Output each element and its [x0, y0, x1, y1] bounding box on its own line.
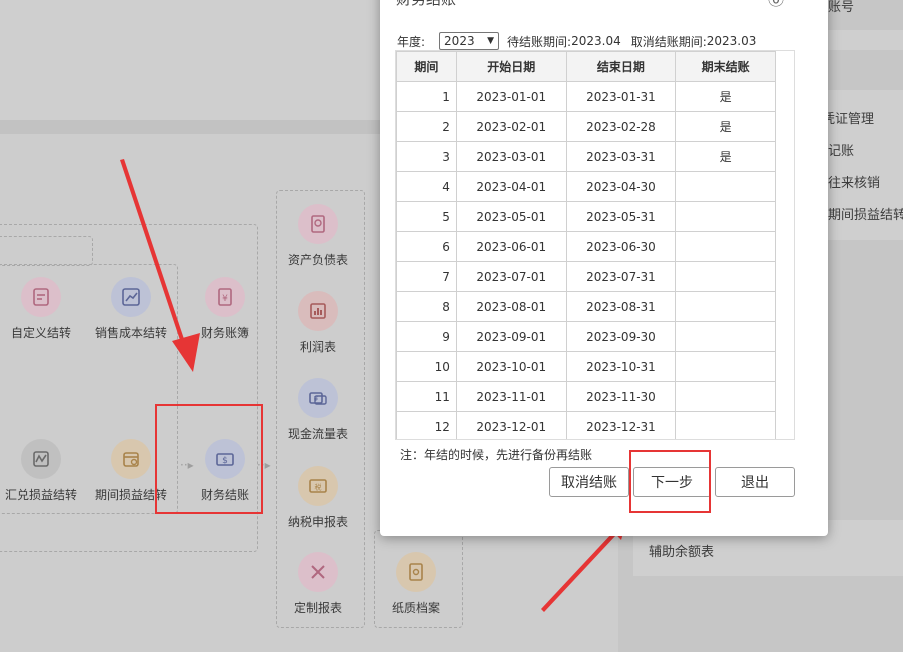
year-label: 年度: [397, 34, 426, 49]
svg-text:¥: ¥ [222, 294, 228, 304]
cancel-period-value: 2023.03 [706, 34, 757, 48]
table-row[interactable]: 2 2023-02-01 2023-02-28 是 [396, 111, 776, 142]
period-filter-bar: 年度: 2023 ▼ 待结账期间: 2023.04 取消结账期间: 2023.0… [397, 32, 756, 50]
fx-wave-icon [21, 439, 61, 479]
highlight-box-closing [155, 404, 263, 514]
close-icon[interactable]: ✕ [796, 0, 809, 5]
cash-stack-icon: ¥ [298, 378, 338, 418]
year-select[interactable]: 2023 ▼ [439, 32, 500, 50]
year-value: 2023 [444, 34, 475, 48]
column-end-date[interactable]: 结束日期 [565, 51, 677, 82]
flow-income-statement[interactable]: 利润表 [273, 291, 363, 355]
table-header-row: 期间 开始日期 结束日期 期末结账 [396, 51, 776, 82]
pending-value: 2023.04 [571, 34, 621, 48]
table-row[interactable]: 10 2023-10-01 2023-10-31 [396, 351, 776, 382]
table-row[interactable]: 4 2023-04-01 2023-04-30 [396, 171, 776, 202]
tax-icon: 税 [298, 466, 338, 506]
column-period[interactable]: 期间 [396, 51, 457, 82]
right-item-voucher-management[interactable]: 凭证管理 [822, 108, 874, 127]
cancel-period-label: 取消结账期间: [630, 34, 707, 49]
year-end-note: 注：年结的时候，先进行备份再结账 [400, 448, 593, 462]
custom-transfer-icon [21, 277, 61, 317]
highlight-box-next [629, 450, 711, 513]
flow-paper-archive[interactable]: 纸质档案 [371, 552, 461, 616]
ledger-book-icon: ¥ [205, 277, 245, 317]
svg-text:¥: ¥ [314, 395, 319, 403]
flow-custom-transfer[interactable]: 自定义结转 [0, 277, 86, 341]
balance-sheet-icon [298, 204, 338, 244]
flow-tax-report[interactable]: 税 纳税申报表 [273, 466, 363, 530]
closing-dialog: 财务结账 ⓪ ✕ 年度: 2023 ▼ 待结账期间: 2023.04 取消结账期… [380, 0, 828, 536]
exit-button[interactable]: 退出 [715, 467, 795, 497]
svg-text:税: 税 [315, 483, 322, 492]
table-row[interactable]: 12 2023-12-01 2023-12-31 [396, 411, 776, 439]
archive-box-icon [396, 552, 436, 592]
right-item-account[interactable]: 账号 [828, 0, 854, 15]
pencil-ruler-icon [298, 552, 338, 592]
pending-label: 待结账期间: [507, 34, 572, 49]
table-row[interactable]: 1 2023-01-01 2023-01-31 是 [396, 81, 776, 112]
chart-icon [111, 277, 151, 317]
flow-group-top [0, 236, 93, 266]
table-row[interactable]: 3 2023-03-01 2023-03-31 是 [396, 141, 776, 172]
right-item-reconciliation[interactable]: 往来核销 [828, 172, 880, 191]
flow-fx-gain-loss[interactable]: 汇兑损益结转 [0, 439, 86, 503]
chevron-down-icon: ▼ [487, 36, 495, 46]
table-row[interactable]: 11 2023-11-01 2023-11-30 [396, 381, 776, 412]
table-row[interactable]: 8 2023-08-01 2023-08-31 [396, 291, 776, 322]
table-row[interactable]: 7 2023-07-01 2023-07-31 [396, 261, 776, 292]
column-start-date[interactable]: 开始日期 [455, 51, 567, 82]
period-table-container[interactable]: 期间 开始日期 结束日期 期末结账 1 2023-01-01 2023-01-31 是… [395, 50, 795, 440]
calendar-clock-icon [111, 439, 151, 479]
right-item-bookkeeping[interactable]: 记账 [828, 140, 854, 159]
table-row[interactable]: 6 2023-06-01 2023-06-30 [396, 231, 776, 262]
flow-sales-cost-transfer[interactable]: 销售成本结转 [86, 277, 176, 341]
dialog-title: 财务结账 [396, 0, 456, 9]
cancel-closing-button[interactable]: 取消结账 [549, 467, 629, 497]
column-closed[interactable]: 期末结账 [675, 51, 776, 82]
help-icon[interactable]: ⓪ [768, 0, 784, 10]
table-row[interactable]: 5 2023-05-01 2023-05-31 [396, 201, 776, 232]
flow-custom-report[interactable]: 定制报表 [273, 552, 363, 616]
right-item-period-pl[interactable]: 期间损益结转 [828, 204, 903, 223]
flow-balance-sheet[interactable]: 资产负债表 [273, 204, 363, 268]
period-table: 期间 开始日期 结束日期 期末结账 1 2023-01-01 2023-01-31 是… [396, 51, 776, 439]
bar-chart-icon [298, 291, 338, 331]
table-row[interactable]: 9 2023-09-01 2023-09-30 [396, 321, 776, 352]
flow-cash-flow[interactable]: ¥ 现金流量表 [273, 378, 363, 442]
flow-ledger[interactable]: ¥ 财务账簿 [180, 277, 270, 341]
right-item-aux-balance[interactable]: 辅助余额表 [649, 541, 714, 560]
